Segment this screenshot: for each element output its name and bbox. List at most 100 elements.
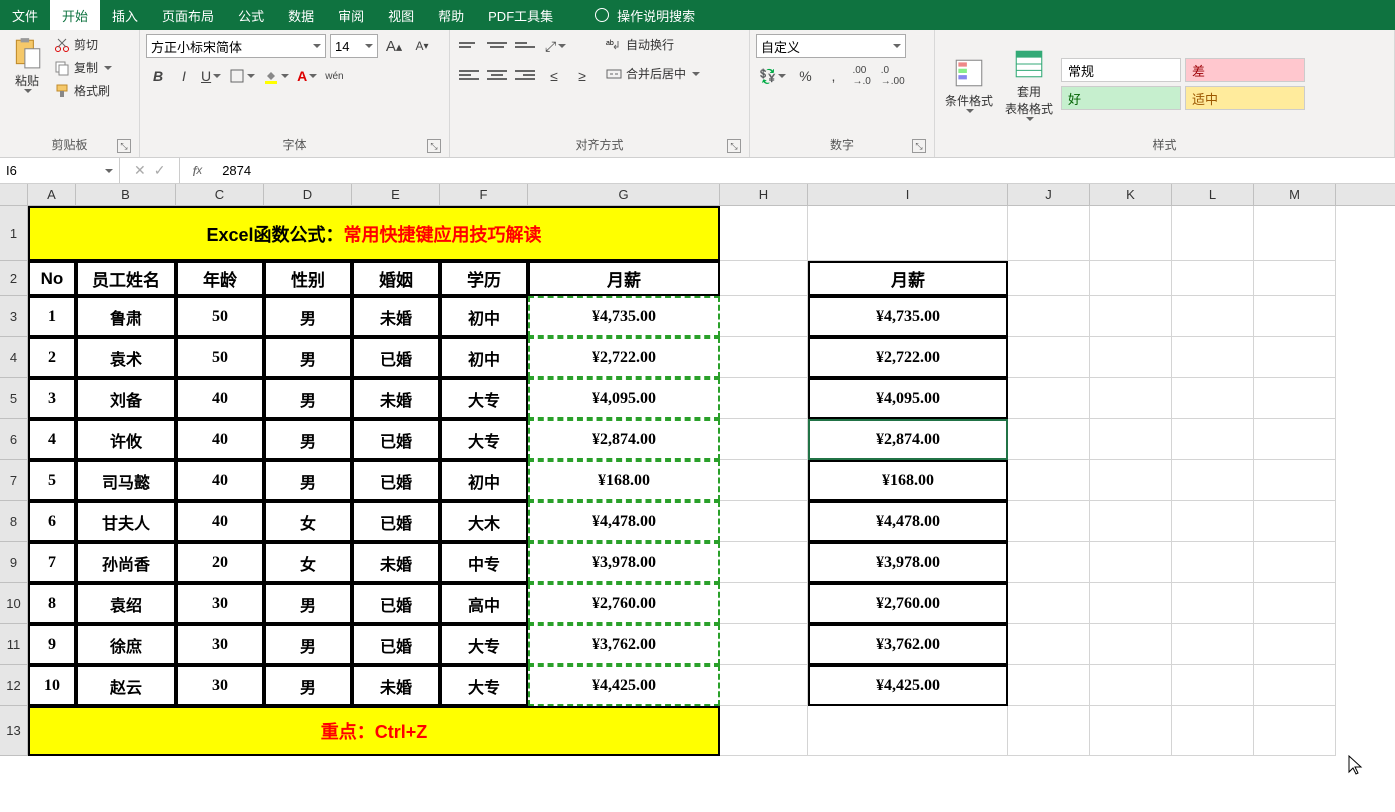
cell[interactable] (720, 706, 808, 756)
cell[interactable] (1172, 296, 1254, 337)
table-cell[interactable]: 初中 (440, 460, 528, 501)
font-size-select[interactable]: 14 (330, 34, 378, 58)
table-cell[interactable]: ¥3,978.00 (528, 542, 720, 583)
table-cell[interactable]: ¥3,762.00 (528, 624, 720, 665)
tab-view[interactable]: 视图 (376, 0, 426, 30)
table-cell[interactable]: 30 (176, 624, 264, 665)
table-cell[interactable]: 初中 (440, 296, 528, 337)
conditional-format-button[interactable]: 条件格式 (941, 54, 997, 115)
align-top-button[interactable] (456, 34, 482, 56)
tab-formulas[interactable]: 公式 (226, 0, 276, 30)
table-cell[interactable]: 3 (28, 378, 76, 419)
cell[interactable] (1254, 460, 1336, 501)
table-cell[interactable]: ¥2,722.00 (528, 337, 720, 378)
cell[interactable] (1090, 419, 1172, 460)
table-cell[interactable]: 男 (264, 296, 352, 337)
cell[interactable] (1008, 337, 1090, 378)
formula-input[interactable]: 2874 (214, 158, 1395, 183)
cell[interactable] (1254, 261, 1336, 296)
table-cell[interactable]: 男 (264, 583, 352, 624)
cell[interactable] (1172, 706, 1254, 756)
cell[interactable] (720, 206, 808, 261)
cell[interactable] (1254, 501, 1336, 542)
table-cell[interactable]: 40 (176, 501, 264, 542)
table-cell[interactable]: 30 (176, 583, 264, 624)
cell[interactable] (1008, 583, 1090, 624)
cell-style-good[interactable]: 好 (1061, 86, 1181, 110)
cell[interactable] (720, 665, 808, 706)
number-dialog-launcher[interactable]: ⤡ (912, 139, 926, 153)
cell[interactable] (1172, 542, 1254, 583)
cell[interactable] (1172, 460, 1254, 501)
cell[interactable] (1172, 261, 1254, 296)
cell[interactable] (1172, 419, 1254, 460)
accounting-format-button[interactable]: 💱 (756, 64, 789, 88)
table-cell[interactable]: 大专 (440, 624, 528, 665)
row-header-5[interactable]: 5 (0, 378, 28, 419)
table-cell[interactable]: 中专 (440, 542, 528, 583)
table-cell-i[interactable]: ¥2,874.00 (808, 419, 1008, 460)
table-cell[interactable]: 未婚 (352, 542, 440, 583)
row-header-2[interactable]: 2 (0, 261, 28, 296)
table-cell[interactable]: 男 (264, 665, 352, 706)
border-button[interactable] (226, 64, 258, 88)
cell[interactable] (1172, 206, 1254, 261)
table-cell-i[interactable]: ¥4,425.00 (808, 665, 1008, 706)
increase-font-button[interactable]: A▴ (382, 34, 406, 58)
col-header-H[interactable]: H (720, 184, 808, 205)
wrap-text-button[interactable]: ab 自动换行 (604, 34, 702, 55)
indent-increase-button[interactable]: ≥ (570, 64, 594, 88)
cell[interactable] (1254, 624, 1336, 665)
worksheet[interactable]: ABCDEFGHIJKLM 1Excel函数公式：常用快捷键应用技巧解读2No员… (0, 184, 1395, 756)
table-cell[interactable]: 8 (28, 583, 76, 624)
table-cell-i[interactable]: ¥3,978.00 (808, 542, 1008, 583)
col-header-A[interactable]: A (28, 184, 76, 205)
col-header-J[interactable]: J (1008, 184, 1090, 205)
row-header-9[interactable]: 9 (0, 542, 28, 583)
comma-button[interactable]: , (821, 64, 845, 88)
tell-me-search[interactable]: 操作说明搜索 (595, 0, 695, 30)
tab-review[interactable]: 审阅 (326, 0, 376, 30)
table-cell[interactable]: 初中 (440, 337, 528, 378)
orientation-button[interactable]: ⤢ (542, 34, 569, 58)
table-cell[interactable]: 已婚 (352, 501, 440, 542)
cell[interactable] (1172, 378, 1254, 419)
row-header-7[interactable]: 7 (0, 460, 28, 501)
align-center-button[interactable] (484, 64, 510, 86)
indent-decrease-button[interactable]: ≤ (542, 64, 566, 88)
cell[interactable] (1254, 706, 1336, 756)
copy-button[interactable]: 复制 (52, 57, 114, 78)
bold-button[interactable]: B (146, 64, 170, 88)
row-header-11[interactable]: 11 (0, 624, 28, 665)
cell[interactable] (720, 378, 808, 419)
table-cell-i[interactable]: ¥2,722.00 (808, 337, 1008, 378)
table-cell[interactable]: 2 (28, 337, 76, 378)
table-cell[interactable]: 高中 (440, 583, 528, 624)
table-cell[interactable]: 1 (28, 296, 76, 337)
cell[interactable] (1090, 542, 1172, 583)
cell[interactable] (1254, 206, 1336, 261)
table-cell-i[interactable]: ¥4,478.00 (808, 501, 1008, 542)
cell[interactable] (1008, 665, 1090, 706)
table-cell[interactable]: 50 (176, 337, 264, 378)
table-cell[interactable]: 赵云 (76, 665, 176, 706)
align-middle-button[interactable] (484, 34, 510, 56)
col-header-K[interactable]: K (1090, 184, 1172, 205)
table-cell[interactable]: 男 (264, 337, 352, 378)
font-name-select[interactable]: 方正小标宋简体 (146, 34, 326, 58)
cell[interactable] (808, 706, 1008, 756)
cell[interactable] (1008, 501, 1090, 542)
cell[interactable] (1090, 261, 1172, 296)
tab-home[interactable]: 开始 (50, 0, 100, 30)
row-header-3[interactable]: 3 (0, 296, 28, 337)
cell[interactable] (720, 337, 808, 378)
col-header-M[interactable]: M (1254, 184, 1336, 205)
table-cell[interactable]: 7 (28, 542, 76, 583)
cell[interactable] (1172, 583, 1254, 624)
cell[interactable] (1254, 337, 1336, 378)
table-cell[interactable]: 已婚 (352, 419, 440, 460)
cell[interactable] (1008, 378, 1090, 419)
row-header-12[interactable]: 12 (0, 665, 28, 706)
cell[interactable] (1008, 419, 1090, 460)
cell[interactable] (1172, 665, 1254, 706)
